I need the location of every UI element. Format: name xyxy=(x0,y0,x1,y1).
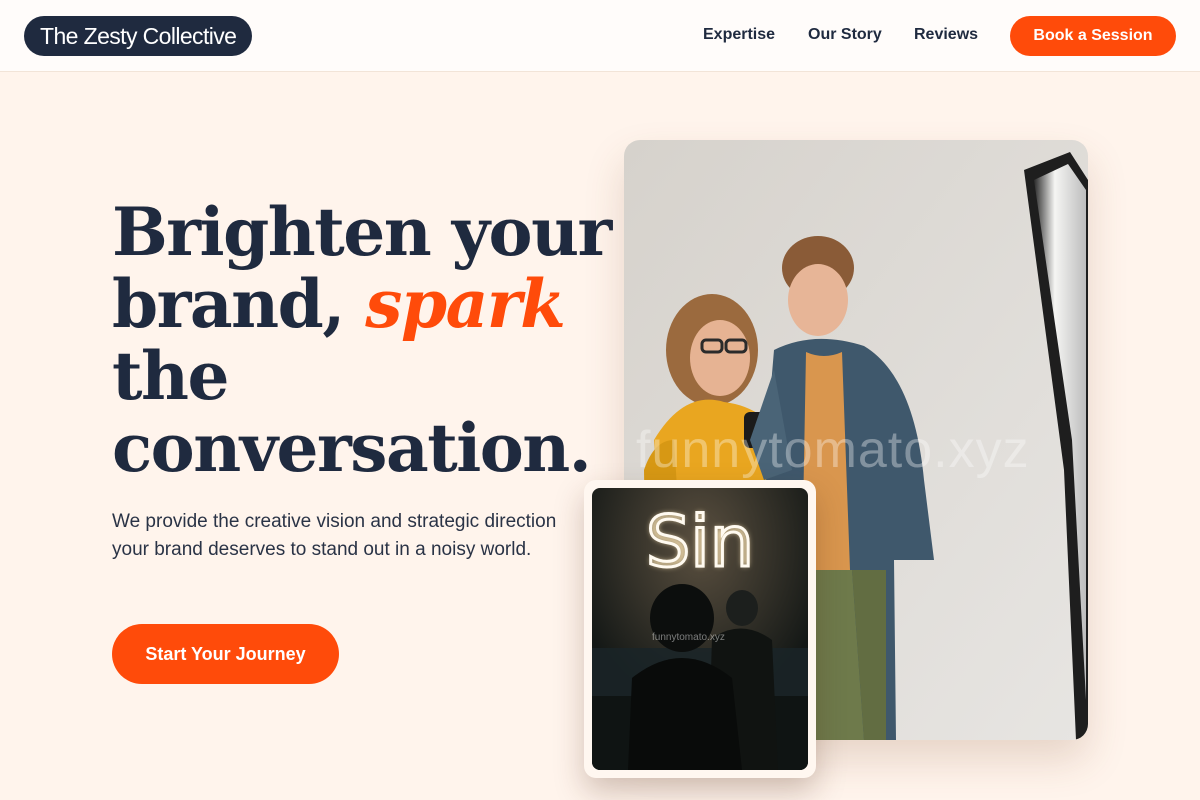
headline-line-1: Brighten your xyxy=(112,193,612,271)
hero-headline: Brighten your brand, spark the conversat… xyxy=(112,196,612,484)
watermark-main: funnytomato.xyz xyxy=(636,421,1030,479)
hero-subtext: We provide the creative vision and strat… xyxy=(112,511,557,560)
neon-sign-text: Sin xyxy=(646,501,754,583)
book-session-button[interactable]: Book a Session xyxy=(1010,16,1176,56)
neon-photo-card: Sin Sin funnytomato.xyz xyxy=(584,480,816,778)
watermark-small: funnytomato.xyz xyxy=(652,632,725,643)
neon-photo-illustration: Sin Sin xyxy=(592,488,808,770)
headline-accent-word: spark xyxy=(365,265,566,343)
neon-photo: Sin Sin funnytomato.xyz xyxy=(592,488,808,770)
brand-logo[interactable]: The Zesty Collective xyxy=(24,16,253,56)
nav-link-reviews[interactable]: Reviews xyxy=(914,26,978,44)
headline-line-4: conversation. xyxy=(112,409,592,487)
headline-line-2-start: brand, xyxy=(112,265,366,343)
headline-line-3: the xyxy=(112,337,229,415)
start-journey-button[interactable]: Start Your Journey xyxy=(112,624,339,684)
nav-link-expertise[interactable]: Expertise xyxy=(703,26,775,44)
nav-link-our-story[interactable]: Our Story xyxy=(808,26,882,44)
site-header: The Zesty Collective Expertise Our Story… xyxy=(0,0,1200,72)
